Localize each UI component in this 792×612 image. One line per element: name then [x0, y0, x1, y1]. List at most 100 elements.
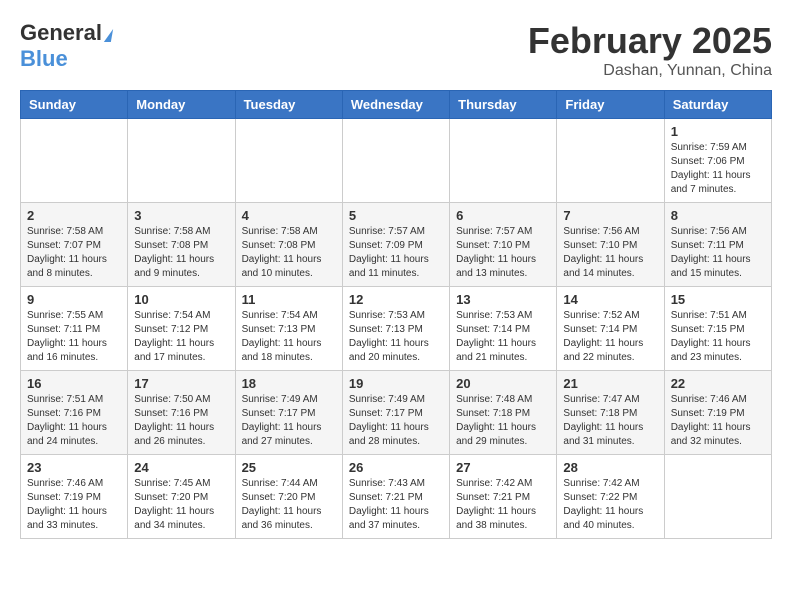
cell-info: Sunrise: 7:46 AMSunset: 7:19 PMDaylight:… [671, 393, 765, 449]
location: Dashan, Yunnan, China [528, 62, 772, 80]
day-number: 17 [134, 376, 228, 391]
day-number: 7 [563, 208, 657, 223]
day-number: 12 [349, 292, 443, 307]
day-number: 18 [242, 376, 336, 391]
cell-info: Sunrise: 7:58 AMSunset: 7:08 PMDaylight:… [242, 225, 336, 281]
calendar-cell: 10 Sunrise: 7:54 AMSunset: 7:12 PMDayligh… [128, 287, 235, 371]
cell-info: Sunrise: 7:44 AMSunset: 7:20 PMDaylight:… [242, 477, 336, 533]
cell-info: Sunrise: 7:49 AMSunset: 7:17 PMDaylight:… [349, 393, 443, 449]
weekday-header-friday: Friday [557, 91, 664, 119]
calendar-week-row: 1 Sunrise: 7:59 AMSunset: 7:06 PMDaylight… [21, 119, 772, 203]
cell-info: Sunrise: 7:59 AMSunset: 7:06 PMDaylight:… [671, 141, 765, 197]
day-number: 14 [563, 292, 657, 307]
calendar-cell: 6Sunrise: 7:57 AMSunset: 7:10 PMDaylight… [450, 203, 557, 287]
day-number: 1 [671, 124, 765, 139]
day-number: 16 [27, 376, 121, 391]
calendar-cell: 14 Sunrise: 7:52 AMSunset: 7:14 PMDayligh… [557, 287, 664, 371]
day-number: 4 [242, 208, 336, 223]
calendar-cell: 1 Sunrise: 7:59 AMSunset: 7:06 PMDaylight… [664, 119, 771, 203]
calendar-cell: 23Sunrise: 7:46 AMSunset: 7:19 PMDayligh… [21, 455, 128, 539]
weekday-header-sunday: Sunday [21, 91, 128, 119]
cell-info: Sunrise: 7:58 AMSunset: 7:08 PMDaylight:… [134, 225, 228, 281]
day-number: 11 [242, 292, 336, 307]
cell-info: Sunrise: 7:56 AMSunset: 7:11 PMDaylight:… [671, 225, 765, 281]
day-number: 27 [456, 460, 550, 475]
calendar-cell: 17Sunrise: 7:50 AMSunset: 7:16 PMDayligh… [128, 371, 235, 455]
calendar-cell: 25 Sunrise: 7:44 AMSunset: 7:20 PMDayligh… [235, 455, 342, 539]
calendar-cell: 13 Sunrise: 7:53 AMSunset: 7:14 PMDayligh… [450, 287, 557, 371]
day-number: 20 [456, 376, 550, 391]
cell-info: Sunrise: 7:51 AMSunset: 7:15 PMDaylight:… [671, 309, 765, 365]
weekday-header-tuesday: Tuesday [235, 91, 342, 119]
title-section: February 2025 Dashan, Yunnan, China [528, 20, 772, 80]
calendar-cell: 19 Sunrise: 7:49 AMSunset: 7:17 PMDayligh… [342, 371, 449, 455]
calendar-cell [557, 119, 664, 203]
day-number: 24 [134, 460, 228, 475]
day-number: 22 [671, 376, 765, 391]
cell-info: Sunrise: 7:53 AMSunset: 7:14 PMDaylight:… [456, 309, 550, 365]
day-number: 21 [563, 376, 657, 391]
weekday-header-thursday: Thursday [450, 91, 557, 119]
calendar-cell: 4 Sunrise: 7:58 AMSunset: 7:08 PMDaylight… [235, 203, 342, 287]
calendar-week-row: 16 Sunrise: 7:51 AMSunset: 7:16 PMDayligh… [21, 371, 772, 455]
cell-info: Sunrise: 7:48 AMSunset: 7:18 PMDaylight:… [456, 393, 550, 449]
day-number: 5 [349, 208, 443, 223]
calendar-cell: 18 Sunrise: 7:49 AMSunset: 7:17 PMDayligh… [235, 371, 342, 455]
day-number: 10 [134, 292, 228, 307]
cell-info: Sunrise: 7:49 AMSunset: 7:17 PMDaylight:… [242, 393, 336, 449]
calendar-cell [128, 119, 235, 203]
month-title: February 2025 [528, 20, 772, 62]
calendar-cell: 8Sunrise: 7:56 AMSunset: 7:11 PMDaylight… [664, 203, 771, 287]
calendar-cell: 28 Sunrise: 7:42 AMSunset: 7:22 PMDayligh… [557, 455, 664, 539]
calendar-cell [21, 119, 128, 203]
day-number: 26 [349, 460, 443, 475]
calendar-cell: 22 Sunrise: 7:46 AMSunset: 7:19 PMDayligh… [664, 371, 771, 455]
cell-info: Sunrise: 7:55 AMSunset: 7:11 PMDaylight:… [27, 309, 121, 365]
calendar-week-row: 2Sunrise: 7:58 AMSunset: 7:07 PMDaylight… [21, 203, 772, 287]
calendar-cell: 21 Sunrise: 7:47 AMSunset: 7:18 PMDayligh… [557, 371, 664, 455]
day-number: 3 [134, 208, 228, 223]
calendar-cell: 9 Sunrise: 7:55 AMSunset: 7:11 PMDaylight… [21, 287, 128, 371]
weekday-header-saturday: Saturday [664, 91, 771, 119]
logo: General Blue [20, 20, 112, 72]
calendar-cell: 26 Sunrise: 7:43 AMSunset: 7:21 PMDayligh… [342, 455, 449, 539]
cell-info: Sunrise: 7:52 AMSunset: 7:14 PMDaylight:… [563, 309, 657, 365]
cell-info: Sunrise: 7:57 AMSunset: 7:09 PMDaylight:… [349, 225, 443, 281]
day-number: 23 [27, 460, 121, 475]
calendar-cell: 12Sunrise: 7:53 AMSunset: 7:13 PMDayligh… [342, 287, 449, 371]
weekday-header-wednesday: Wednesday [342, 91, 449, 119]
calendar-week-row: 23Sunrise: 7:46 AMSunset: 7:19 PMDayligh… [21, 455, 772, 539]
cell-info: Sunrise: 7:51 AMSunset: 7:16 PMDaylight:… [27, 393, 121, 449]
logo-general-text: General [20, 20, 102, 45]
calendar-cell [235, 119, 342, 203]
calendar-cell: 3 Sunrise: 7:58 AMSunset: 7:08 PMDaylight… [128, 203, 235, 287]
weekday-header-monday: Monday [128, 91, 235, 119]
weekday-header-row: SundayMondayTuesdayWednesdayThursdayFrid… [21, 91, 772, 119]
calendar-cell: 15 Sunrise: 7:51 AMSunset: 7:15 PMDayligh… [664, 287, 771, 371]
calendar-week-row: 9 Sunrise: 7:55 AMSunset: 7:11 PMDaylight… [21, 287, 772, 371]
day-number: 28 [563, 460, 657, 475]
cell-info: Sunrise: 7:56 AMSunset: 7:10 PMDaylight:… [563, 225, 657, 281]
cell-info: Sunrise: 7:42 AMSunset: 7:22 PMDaylight:… [563, 477, 657, 533]
calendar-cell [664, 455, 771, 539]
calendar-cell: 5 Sunrise: 7:57 AMSunset: 7:09 PMDaylight… [342, 203, 449, 287]
cell-info: Sunrise: 7:45 AMSunset: 7:20 PMDaylight:… [134, 477, 228, 533]
page-header: General Blue February 2025 Dashan, Yunna… [20, 20, 772, 80]
cell-info: Sunrise: 7:54 AMSunset: 7:12 PMDaylight:… [134, 309, 228, 365]
day-number: 19 [349, 376, 443, 391]
calendar-cell: 27 Sunrise: 7:42 AMSunset: 7:21 PMDayligh… [450, 455, 557, 539]
calendar-cell: 11 Sunrise: 7:54 AMSunset: 7:13 PMDayligh… [235, 287, 342, 371]
cell-info: Sunrise: 7:54 AMSunset: 7:13 PMDaylight:… [242, 309, 336, 365]
cell-info: Sunrise: 7:57 AMSunset: 7:10 PMDaylight:… [456, 225, 550, 281]
day-number: 15 [671, 292, 765, 307]
calendar-cell: 2Sunrise: 7:58 AMSunset: 7:07 PMDaylight… [21, 203, 128, 287]
day-number: 13 [456, 292, 550, 307]
day-number: 25 [242, 460, 336, 475]
calendar-cell [450, 119, 557, 203]
calendar-cell: 24 Sunrise: 7:45 AMSunset: 7:20 PMDayligh… [128, 455, 235, 539]
cell-info: Sunrise: 7:47 AMSunset: 7:18 PMDaylight:… [563, 393, 657, 449]
cell-info: Sunrise: 7:42 AMSunset: 7:21 PMDaylight:… [456, 477, 550, 533]
cell-info: Sunrise: 7:43 AMSunset: 7:21 PMDaylight:… [349, 477, 443, 533]
day-number: 9 [27, 292, 121, 307]
cell-info: Sunrise: 7:58 AMSunset: 7:07 PMDaylight:… [27, 225, 121, 281]
